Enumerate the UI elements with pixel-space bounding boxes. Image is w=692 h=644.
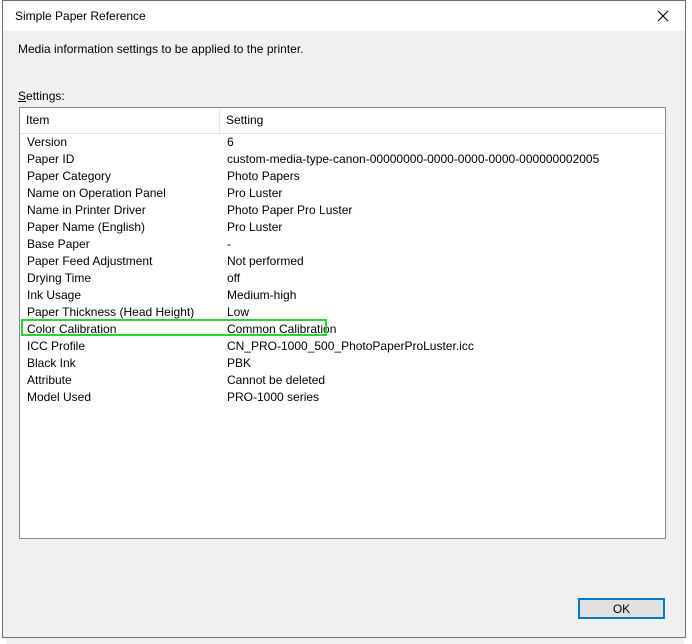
title-bar: Simple Paper Reference <box>3 1 685 31</box>
row-setting: Photo Papers <box>227 169 300 183</box>
row-item: Version <box>27 135 68 149</box>
row-setting: off <box>227 271 241 285</box>
table-row[interactable]: Base Paper - <box>20 236 665 253</box>
settings-label: Settings: <box>18 89 65 103</box>
table-row[interactable]: Drying Time off <box>20 270 665 287</box>
table-row[interactable]: ICC Profile CN_PRO-1000_500_PhotoPaperPro… <box>20 338 665 355</box>
table-row[interactable]: Version 6 <box>20 134 665 151</box>
row-item: Attribute <box>27 373 72 387</box>
row-item: Paper Name (English) <box>27 220 146 234</box>
simple-paper-reference-dialog: Simple Paper Reference Media information… <box>2 0 686 638</box>
list-rows: Version 6 Paper ID custom-media-type-canon… <box>20 134 665 406</box>
table-row[interactable]: Paper ID custom-media-type-canon-00000000… <box>20 151 665 168</box>
close-button[interactable] <box>641 1 685 31</box>
row-item: Drying Time <box>27 271 92 285</box>
settings-label-text: ettings: <box>26 89 65 103</box>
row-item: Name in Printer Driver <box>27 203 146 217</box>
table-row[interactable]: Name on Operation Panel Pro Luster <box>20 185 665 202</box>
row-setting: Low <box>227 305 250 319</box>
row-item: Base Paper <box>27 237 90 251</box>
row-setting: Pro Luster <box>227 220 283 234</box>
row-item: Ink Usage <box>27 288 82 302</box>
row-setting: Pro Luster <box>227 186 283 200</box>
row-setting: PBK <box>227 356 252 370</box>
row-item: Name on Operation Panel <box>27 186 166 200</box>
row-item: Paper Thickness (Head Height) <box>27 305 195 319</box>
table-row[interactable]: Paper Feed Adjustment Not performed <box>20 253 665 270</box>
settings-list-view[interactable]: Item Setting Version 6 Paper ID custom-med… <box>19 107 666 539</box>
table-row[interactable]: Name in Printer Driver Photo Paper Pro Lu… <box>20 202 665 219</box>
table-row-color-calibration[interactable]: Color Calibration Common Calibration <box>20 321 665 338</box>
row-item: Model Used <box>27 390 92 404</box>
column-header-setting[interactable]: Setting <box>220 108 664 133</box>
row-setting: PRO-1000 series <box>227 390 320 404</box>
row-setting: Photo Paper Pro Luster <box>227 203 353 217</box>
row-setting: Cannot be deleted <box>227 373 326 387</box>
ok-button[interactable]: OK <box>578 598 665 619</box>
column-header-item[interactable]: Item <box>20 108 220 133</box>
row-setting: Not performed <box>227 254 304 268</box>
row-item: Paper Category <box>27 169 112 183</box>
description-text: Media information settings to be applied… <box>18 42 304 56</box>
row-item: Paper ID <box>27 152 75 166</box>
row-item: Black Ink <box>27 356 76 370</box>
table-row[interactable]: Paper Category Photo Papers <box>20 168 665 185</box>
row-setting: custom-media-type-canon-00000000-0000-00… <box>227 152 600 166</box>
table-row[interactable]: Paper Name (English) Pro Luster <box>20 219 665 236</box>
row-setting: Medium-high <box>227 288 297 302</box>
row-setting: CN_PRO-1000_500_PhotoPaperProLuster.icc <box>227 339 474 353</box>
row-item: Color Calibration <box>27 322 117 336</box>
row-setting: Common Calibration <box>227 322 337 336</box>
row-setting: - <box>227 237 231 251</box>
row-item: ICC Profile <box>27 339 86 353</box>
table-row[interactable]: Attribute Cannot be deleted <box>20 372 665 389</box>
table-row[interactable]: Black Ink PBK <box>20 355 665 372</box>
list-header: Item Setting <box>20 108 665 134</box>
table-row[interactable]: Ink Usage Medium-high <box>20 287 665 304</box>
close-icon <box>657 10 669 22</box>
table-row[interactable]: Model Used PRO-1000 series <box>20 389 665 406</box>
window-title: Simple Paper Reference <box>15 9 146 23</box>
settings-label-mnemonic: S <box>18 89 27 103</box>
table-row[interactable]: Paper Thickness (Head Height) Low <box>20 304 665 321</box>
row-item: Paper Feed Adjustment <box>27 254 153 268</box>
row-setting: 6 <box>227 135 234 149</box>
